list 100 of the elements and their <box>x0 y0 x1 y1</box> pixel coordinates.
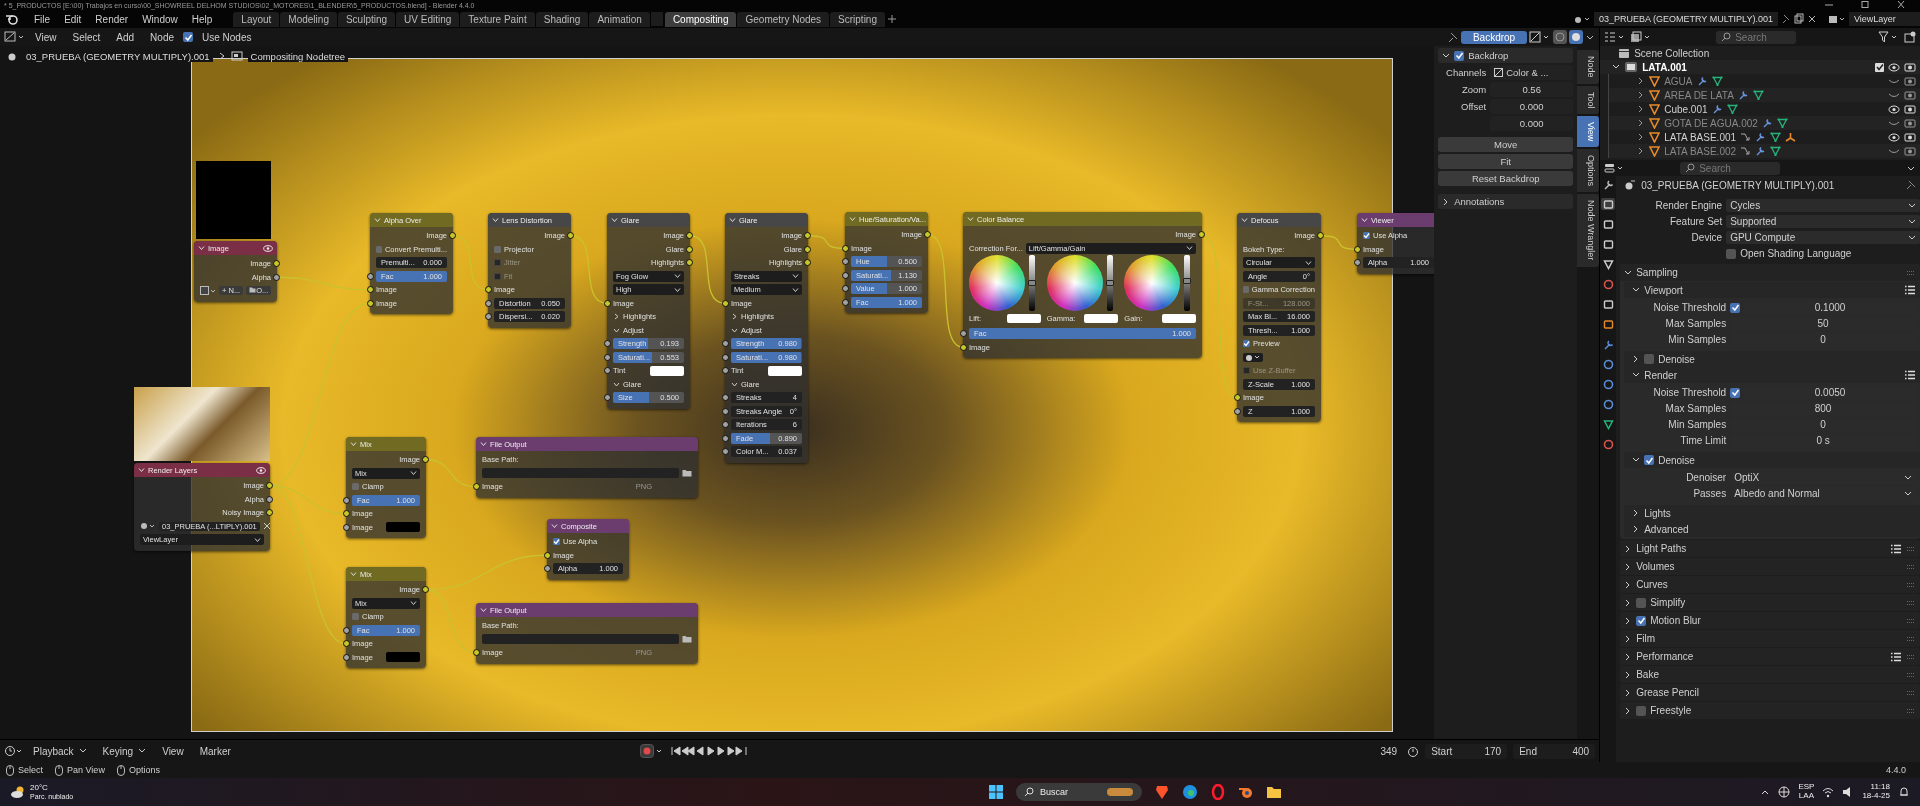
sidebar-tab[interactable]: Options <box>1577 149 1600 193</box>
offset-x-field[interactable]: 0.000 <box>1490 99 1574 114</box>
collection-name[interactable]: Scene Collection <box>1634 47 1710 59</box>
field-label: Min Samples <box>1667 419 1727 430</box>
panel-header[interactable]: Light Paths <box>1620 540 1920 557</box>
menu-item[interactable]: Window <box>135 13 185 25</box>
field-label: Max Samples <box>1664 403 1727 414</box>
menu-item[interactable]: Marker <box>192 745 238 757</box>
status-hint: Options <box>128 765 160 775</box>
menu-item[interactable]: Keying <box>95 745 154 757</box>
dropdown[interactable]: Supported <box>1726 215 1920 228</box>
object-name[interactable]: LATA BASE.001 <box>1664 131 1737 143</box>
panel-header[interactable]: Motion Blur <box>1620 612 1920 629</box>
workspace-tab[interactable]: UV Editing <box>396 11 460 27</box>
sidebar-button[interactable]: Fit <box>1438 154 1574 169</box>
subpanel-header[interactable]: Denoise <box>1624 351 1920 367</box>
checkbox-label: Open Shading Language <box>1740 248 1852 259</box>
subpanel-header[interactable]: Viewport <box>1624 282 1920 298</box>
language-label[interactable]: ESP <box>1798 783 1815 792</box>
subpanel-header[interactable]: Render <box>1624 367 1920 383</box>
object-name[interactable]: AGUA <box>1664 75 1693 87</box>
dropdown[interactable]: GPU Compute <box>1726 231 1920 244</box>
workspace-tab[interactable]: Sculpting <box>337 11 396 27</box>
field-label: Denoiser <box>1685 472 1727 483</box>
field-label: Passes <box>1692 488 1727 499</box>
panel-header[interactable]: Grease Pencil <box>1620 684 1920 701</box>
field-label: Render Engine <box>1654 200 1723 211</box>
breadcrumb-scene[interactable]: 03_PRUEBA (GEOMETRY MULTIPLY).001 <box>23 50 213 62</box>
channels-dropdown[interactable]: Color & ... <box>1490 65 1574 80</box>
field-label: Time Limit <box>1679 435 1727 446</box>
subpanel-header[interactable]: Lights <box>1624 505 1920 521</box>
workspace-tab[interactable]: Texture Paint <box>460 11 535 27</box>
object-name[interactable]: AREA DE LATA <box>1664 89 1734 101</box>
workspace-tab[interactable]: Geometry Nodes <box>737 11 830 27</box>
keyboard-layout-label[interactable]: LAA <box>1798 792 1814 801</box>
menu-item[interactable]: Edit <box>57 13 89 25</box>
dropdown[interactable]: Cycles <box>1726 199 1920 212</box>
field-label: Max Samples <box>1664 318 1727 329</box>
panel-header[interactable]: Curves <box>1620 576 1920 593</box>
menu-item[interactable]: Select <box>65 31 108 43</box>
field-label: Offset <box>1460 101 1487 112</box>
current-frame-field[interactable]: 349 <box>1341 743 1406 759</box>
panel-header[interactable]: Annotations <box>1438 194 1574 209</box>
menu-item[interactable]: Help <box>184 13 220 25</box>
temperature-label[interactable]: 20°C <box>30 783 74 793</box>
menu-item[interactable]: View <box>155 745 191 757</box>
field-label: Device <box>1690 232 1723 243</box>
start-frame-field[interactable]: Start 170 <box>1425 743 1508 759</box>
subpanel-header[interactable]: Denoise <box>1624 452 1920 468</box>
search-field[interactable]: Buscar <box>1016 783 1142 801</box>
clock-time[interactable]: 11:18 <box>1870 783 1890 792</box>
field-label: Feature Set <box>1668 216 1723 227</box>
panel-header[interactable]: Bake <box>1620 666 1920 683</box>
collection-name[interactable]: LATA.001 <box>1642 61 1687 73</box>
zoom-field[interactable]: 0.56 <box>1490 82 1574 97</box>
sidebar-button[interactable]: Reset Backdrop <box>1438 171 1574 186</box>
panel-header[interactable]: Volumes <box>1620 558 1920 575</box>
status-hint: Pan View <box>67 765 105 775</box>
field-label: Zoom <box>1460 84 1487 95</box>
panel-header[interactable]: Freestyle <box>1620 702 1920 719</box>
version-label: 4.4.0 <box>1885 765 1906 775</box>
sidebar-tab[interactable]: Node <box>1577 50 1600 84</box>
workspace-tab[interactable]: Scripting <box>830 11 885 27</box>
object-name[interactable]: Cube.001 <box>1664 103 1708 115</box>
menu-item[interactable]: Playback <box>26 745 94 757</box>
panel-header[interactable]: Film <box>1620 630 1920 647</box>
sidebar-tab[interactable]: View <box>1577 116 1600 148</box>
menu-item[interactable]: Add <box>109 31 142 43</box>
menu-item[interactable]: File <box>27 13 58 25</box>
sidebar-tab[interactable]: Node Wrangler <box>1577 194 1600 267</box>
panel-header[interactable]: Backdrop <box>1438 48 1574 63</box>
workspace-tab[interactable]: Compositing <box>664 11 737 27</box>
scene-name: 03_PRUEBA (GEOMETRY MULTIPLY).001 <box>1641 179 1835 191</box>
menu-item[interactable]: Node <box>143 31 181 43</box>
field-label: Noise Threshold <box>1652 387 1727 398</box>
workspace-tab[interactable]: Modeling <box>280 11 337 27</box>
backdrop-toggle-button[interactable]: Backdrop <box>1460 30 1528 44</box>
clock-date[interactable]: 18-4-25 <box>1862 792 1890 801</box>
status-hint: Select <box>18 765 43 775</box>
view-layer-field[interactable]: ViewLayer <box>1848 12 1920 26</box>
panel-header[interactable]: Performance <box>1620 648 1920 665</box>
checkbox-label: Use Nodes <box>201 31 253 43</box>
scene-field[interactable]: 03_PRUEBA (GEOMETRY MULTIPLY).001 <box>1594 12 1778 26</box>
subpanel-header[interactable]: Advanced <box>1624 521 1920 537</box>
panel-title: Backdrop <box>1468 50 1509 61</box>
panel-header[interactable]: Sampling <box>1620 264 1920 281</box>
workspace-tab[interactable]: Animation <box>589 11 650 27</box>
sidebar-button[interactable]: Move <box>1438 137 1574 152</box>
panel-header[interactable]: Simplify <box>1620 594 1920 611</box>
workspace-tab[interactable]: Shading <box>535 11 589 27</box>
workspace-tab[interactable]: Layout <box>233 11 280 27</box>
field-label: Noise Threshold <box>1652 302 1727 313</box>
breadcrumb-node-tree[interactable]: Compositing Nodetree <box>247 50 349 62</box>
menu-item[interactable]: Render <box>88 13 136 25</box>
sidebar-tab[interactable]: Tool <box>1577 85 1600 115</box>
menu-item[interactable]: View <box>28 31 64 43</box>
end-frame-field[interactable]: End 400 <box>1513 743 1596 759</box>
field-label: Channels <box>1445 67 1487 78</box>
offset-y-field[interactable]: 0.000 <box>1490 116 1574 131</box>
field-label: Min Samples <box>1667 334 1727 345</box>
